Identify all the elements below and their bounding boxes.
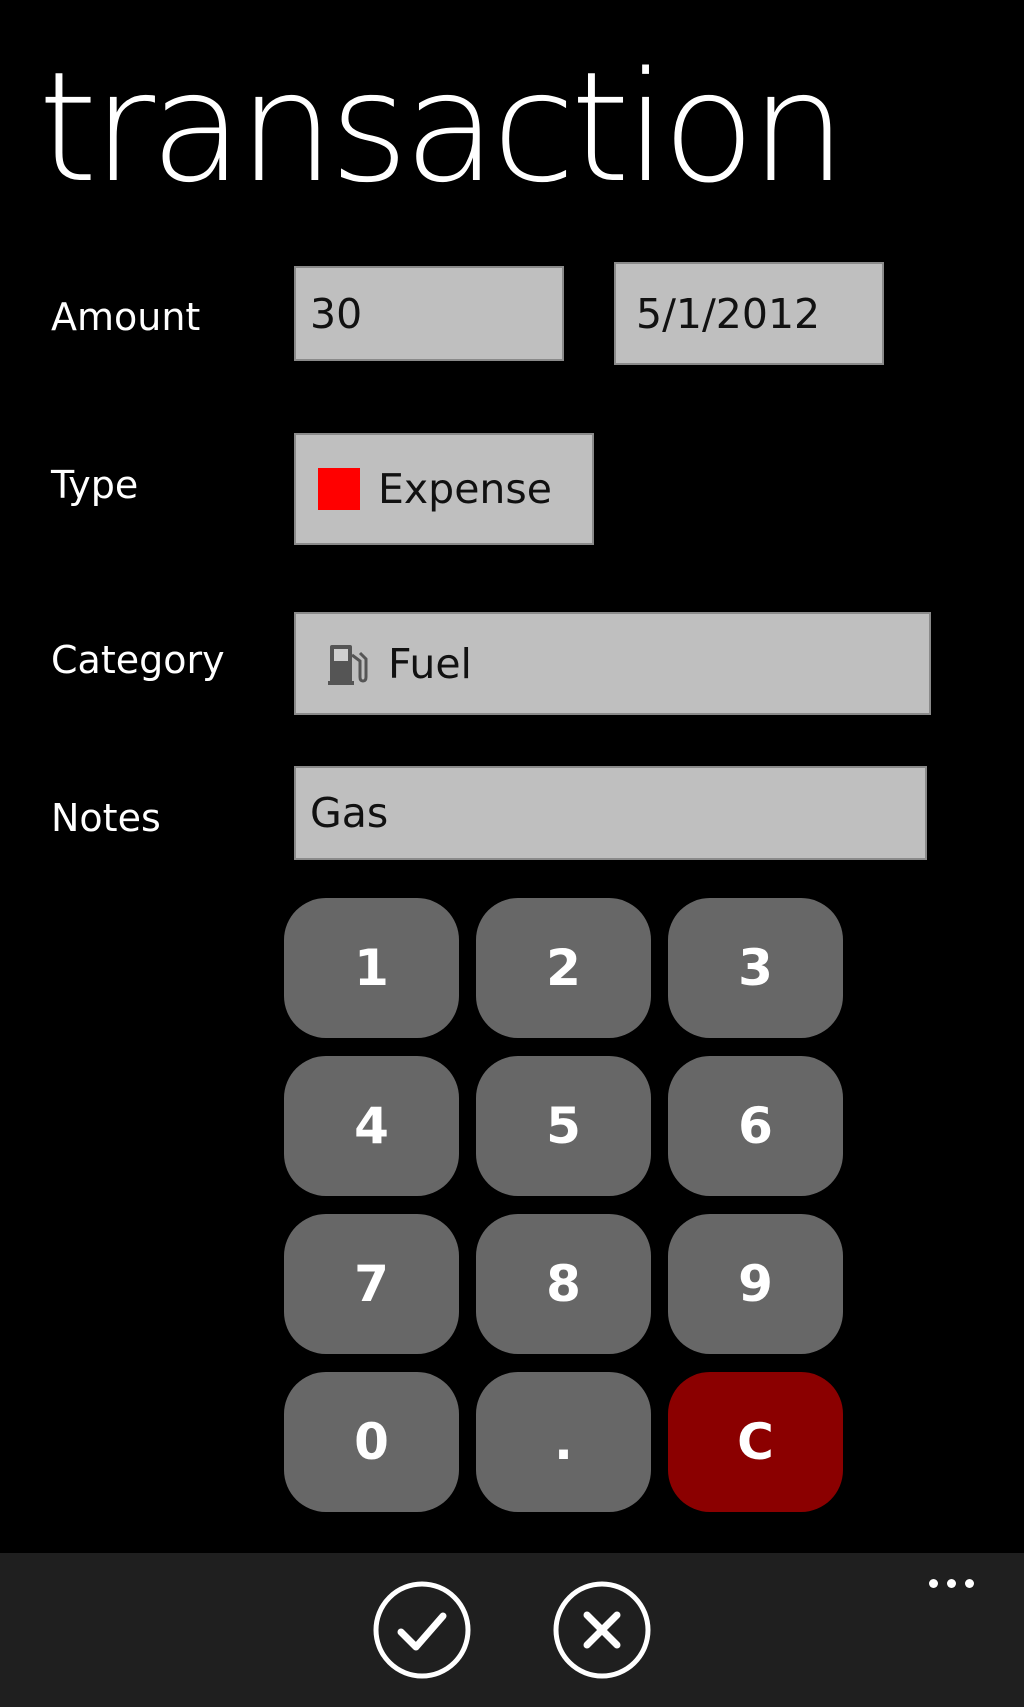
- key-4[interactable]: 4: [284, 1056, 459, 1196]
- category-picker[interactable]: Fuel: [294, 612, 931, 715]
- notes-value: Gas: [310, 789, 389, 837]
- key-1[interactable]: 1: [284, 898, 459, 1038]
- key-5[interactable]: 5: [476, 1056, 651, 1196]
- amount-value: 30: [310, 289, 363, 338]
- key-6[interactable]: 6: [668, 1056, 843, 1196]
- fuel-pump-icon: [328, 644, 368, 685]
- key-decimal[interactable]: .: [476, 1372, 651, 1512]
- key-7[interactable]: 7: [284, 1214, 459, 1354]
- notes-label: Notes: [51, 796, 161, 840]
- amount-input[interactable]: 30: [294, 266, 564, 361]
- date-value: 5/1/2012: [636, 289, 821, 338]
- dot: [929, 1579, 938, 1588]
- type-picker[interactable]: Expense: [294, 433, 594, 545]
- date-picker[interactable]: 5/1/2012: [614, 262, 884, 365]
- key-clear[interactable]: C: [668, 1372, 843, 1512]
- dot: [947, 1579, 956, 1588]
- type-label: Type: [51, 463, 139, 507]
- key-2[interactable]: 2: [476, 898, 651, 1038]
- application-bar: [0, 1553, 1024, 1707]
- key-3[interactable]: 3: [668, 898, 843, 1038]
- amount-label: Amount: [51, 295, 201, 339]
- page-title: transaction: [38, 39, 847, 216]
- key-0[interactable]: 0: [284, 1372, 459, 1512]
- type-value: Expense: [378, 465, 552, 513]
- key-9[interactable]: 9: [668, 1214, 843, 1354]
- more-ellipsis-icon[interactable]: [929, 1579, 974, 1588]
- close-icon[interactable]: [552, 1580, 652, 1680]
- transaction-screen: transaction Amount 30 5/1/2012 Type Expe…: [0, 0, 1024, 1707]
- check-icon[interactable]: [372, 1580, 472, 1680]
- key-8[interactable]: 8: [476, 1214, 651, 1354]
- category-label: Category: [51, 638, 225, 682]
- dot: [965, 1579, 974, 1588]
- expense-color-swatch: [318, 468, 360, 510]
- notes-input[interactable]: Gas: [294, 766, 927, 860]
- category-value: Fuel: [388, 639, 472, 688]
